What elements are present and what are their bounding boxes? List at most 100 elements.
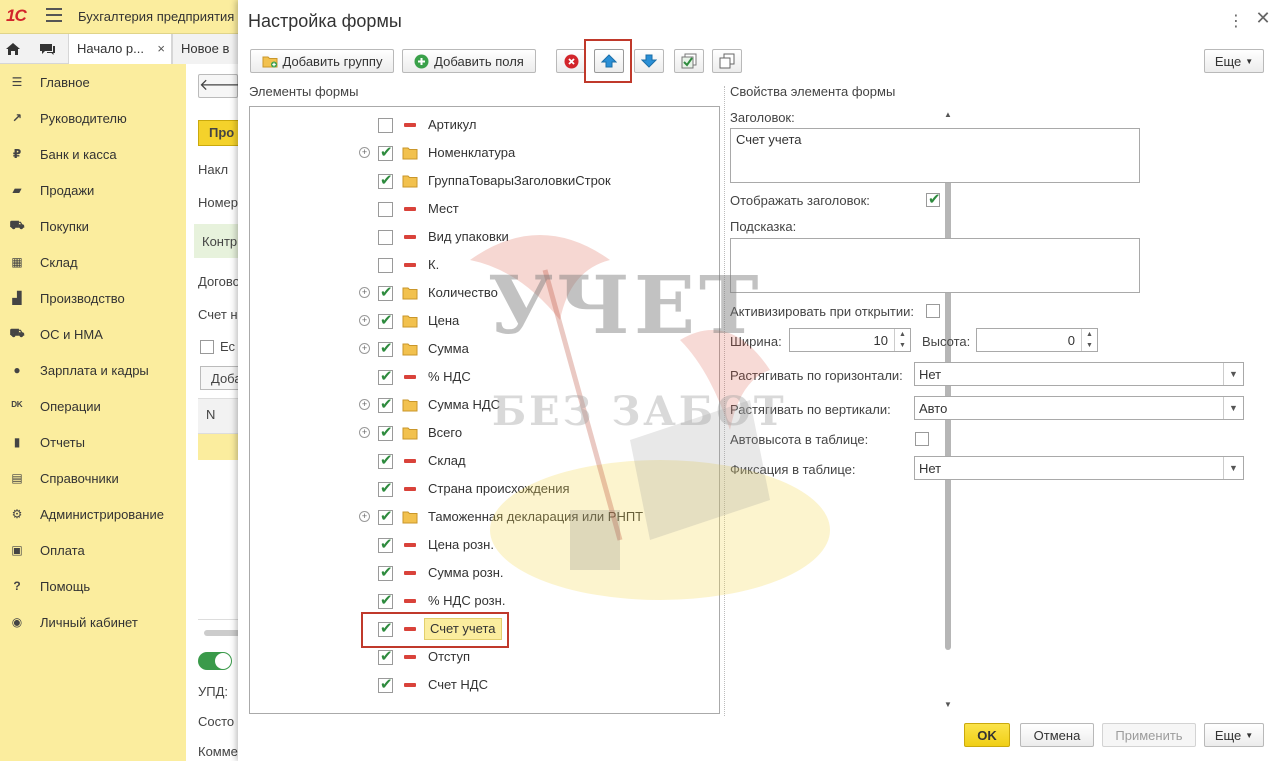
tree-row[interactable]: ✔ % НДС [250,363,710,391]
visibility-checkbox[interactable]: ✔ [378,313,393,329]
sidebar-item-13[interactable]: ▣ Оплата [0,532,186,568]
visibility-checkbox[interactable]: ✔ [378,453,393,469]
cancel-button[interactable]: Отмена [1020,723,1094,747]
stretch-vertical-select[interactable]: Авто ▼ [914,396,1244,420]
tree-row[interactable]: + ✔ Количество [250,279,710,307]
sidebar-item-12[interactable]: ⚙ Администрирование [0,496,186,532]
fixation-select[interactable]: Нет ▼ [914,456,1244,480]
tree-row[interactable]: + ✔ Цена [250,307,710,335]
visibility-checkbox[interactable]: ✔ [378,285,393,301]
visibility-checkbox[interactable] [378,258,393,273]
sidebar-item-11[interactable]: ▤ Справочники [0,460,186,496]
tab-home-page[interactable]: Начало р... × [68,34,172,64]
sidebar-item-6[interactable]: ▟ Производство [0,280,186,316]
tree-row[interactable]: Артикул [250,111,710,139]
stretch-horizontal-select[interactable]: Нет ▼ [914,362,1244,386]
tree-row[interactable]: Вид упаковки [250,223,710,251]
tree-row[interactable]: + ✔ Всего [250,419,710,447]
sidebar-item-15[interactable]: ◉ Личный кабинет [0,604,186,640]
sidebar-item-7[interactable]: ⛟ ОС и НМА [0,316,186,352]
visibility-checkbox[interactable]: ✔ [378,341,393,357]
delete-button[interactable] [556,49,586,73]
tree-row[interactable]: ✔ Страна происхождения [250,475,710,503]
check-all-button[interactable] [674,49,704,73]
home-icon[interactable] [4,40,22,58]
tree-row[interactable]: ✔ ГруппаТоварыЗаголовкиСтрок [250,167,710,195]
tree-row[interactable]: ✔ Сумма розн. [250,559,710,587]
expand-icon[interactable]: + [359,315,370,326]
move-down-button[interactable] [634,49,664,73]
visibility-checkbox[interactable]: ✔ [378,649,393,665]
sidebar-item-8[interactable]: ● Зарплата и кадры [0,352,186,388]
visibility-checkbox[interactable]: ✔ [378,537,393,553]
chat-icon[interactable] [38,40,56,58]
sidebar-item-4[interactable]: ⛟ Покупки [0,208,186,244]
tree-row[interactable]: ✔ Счет НДС [250,671,710,699]
dropdown-arrow-icon[interactable]: ▼ [1223,397,1243,419]
hint-input[interactable] [730,238,1140,293]
add-group-button[interactable]: Добавить группу [250,49,394,73]
tree-row[interactable]: + ✔ Номенклатура [250,139,710,167]
panel-splitter[interactable] [724,86,725,716]
more-vertical-icon[interactable]: ⋮ [1228,11,1244,31]
close-icon[interactable]: × [157,34,165,64]
doc-hscroll[interactable] [204,630,240,636]
visibility-checkbox[interactable] [378,202,393,217]
visibility-checkbox[interactable]: ✔ [378,593,393,609]
back-button[interactable]: 🡐 [198,74,240,98]
expand-icon[interactable]: + [359,427,370,438]
tree-row[interactable]: ✔ Счет учета [250,615,710,643]
sidebar-item-0[interactable]: ☰ Главное [0,64,186,100]
add-fields-button[interactable]: Добавить поля [402,49,536,73]
height-input[interactable]: 0 ▲ ▼ [976,328,1098,352]
expand-icon[interactable]: + [359,511,370,522]
hamburger-menu-icon[interactable] [46,8,62,22]
tree-row[interactable]: ✔ Цена розн. [250,531,710,559]
activate-on-open-checkbox[interactable] [926,304,940,318]
sidebar-item-10[interactable]: ▮ Отчеты [0,424,186,460]
visibility-checkbox[interactable]: ✔ [378,481,393,497]
scroll-down-icon[interactable]: ▼ [943,700,953,709]
spin-arrows-icon[interactable]: ▲ ▼ [1081,329,1097,351]
more-button-footer[interactable]: Еще ▼ [1204,723,1264,747]
visibility-checkbox[interactable]: ✔ [378,369,393,385]
sidebar-item-5[interactable]: ▦ Склад [0,244,186,280]
caption-input[interactable]: Счет учета [730,128,1140,183]
tree-row[interactable]: ✔ Склад [250,447,710,475]
visibility-checkbox[interactable]: ✔ [378,173,393,189]
visibility-checkbox[interactable] [378,230,393,245]
visibility-checkbox[interactable]: ✔ [378,565,393,581]
tree-row[interactable]: + ✔ Сумма НДС [250,391,710,419]
autoheight-checkbox[interactable] [915,432,929,446]
visibility-checkbox[interactable]: ✔ [378,145,393,161]
show-caption-checkbox[interactable]: ✔ [926,192,941,208]
tab-whats-new[interactable]: Новое в [172,34,242,64]
tree-row[interactable]: ✔ Отступ [250,643,710,671]
tree-row[interactable]: Мест [250,195,710,223]
dropdown-arrow-icon[interactable]: ▼ [1223,363,1243,385]
visibility-checkbox[interactable]: ✔ [378,425,393,441]
expand-icon[interactable]: + [359,399,370,410]
spin-arrows-icon[interactable]: ▲ ▼ [894,329,910,351]
copy-button[interactable] [712,49,742,73]
sidebar-item-1[interactable]: ↗ Руководителю [0,100,186,136]
visibility-checkbox[interactable]: ✔ [378,621,393,637]
ok-button[interactable]: OK [964,723,1010,747]
scroll-up-icon[interactable]: ▲ [943,110,953,119]
sidebar-item-3[interactable]: ▰ Продажи [0,172,186,208]
close-icon[interactable]: ✕ [1254,8,1272,29]
apply-button[interactable]: Применить [1102,723,1196,747]
visibility-checkbox[interactable]: ✔ [378,509,393,525]
dropdown-arrow-icon[interactable]: ▼ [1223,457,1243,479]
tree-row[interactable]: + ✔ Сумма [250,335,710,363]
tree-row[interactable]: К. [250,251,710,279]
visibility-checkbox[interactable] [378,118,393,133]
expand-icon[interactable]: + [359,147,370,158]
tree-row[interactable]: ✔ % НДС розн. [250,587,710,615]
sidebar-item-14[interactable]: ? Помощь [0,568,186,604]
expand-icon[interactable]: + [359,287,370,298]
visibility-checkbox[interactable]: ✔ [378,397,393,413]
move-up-button[interactable] [594,49,624,73]
expand-icon[interactable]: + [359,343,370,354]
doc-add-button[interactable]: Доба [200,366,240,390]
